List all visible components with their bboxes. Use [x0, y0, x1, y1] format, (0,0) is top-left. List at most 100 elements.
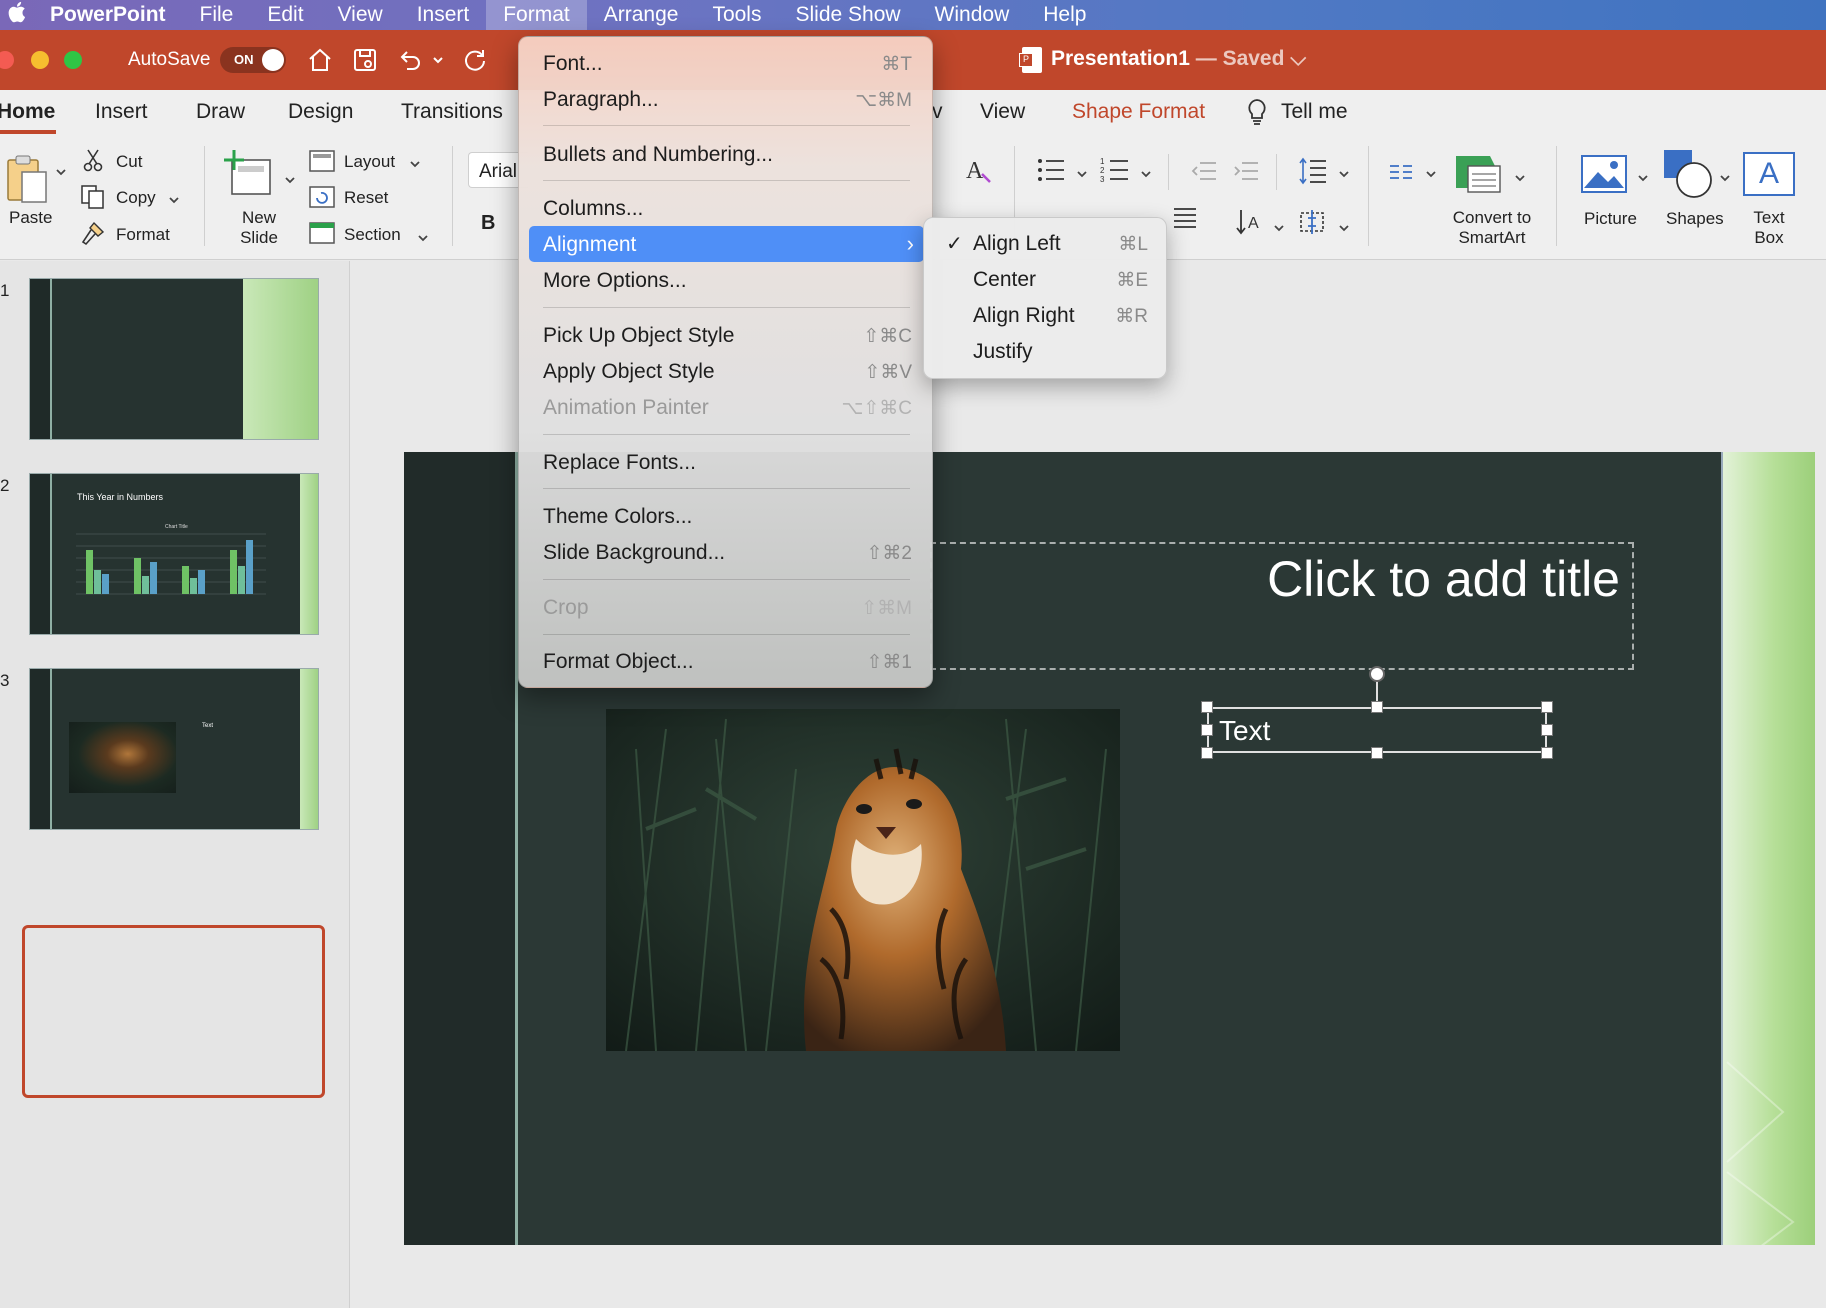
shapes-chevron-icon[interactable] — [1719, 170, 1731, 188]
resize-handle-top-left[interactable] — [1201, 701, 1213, 713]
menu-edit[interactable]: Edit — [250, 0, 320, 30]
home-icon[interactable] — [305, 44, 335, 76]
bold-button[interactable]: B — [481, 212, 495, 235]
tab-shape-format[interactable]: Shape Format — [1072, 100, 1205, 124]
slide-thumbnail-1[interactable] — [29, 278, 319, 440]
align-text-chevron-icon[interactable] — [1338, 220, 1350, 238]
menu-help[interactable]: Help — [1026, 0, 1103, 30]
bullets-chevron-icon[interactable] — [1076, 166, 1088, 184]
picture-chevron-icon[interactable] — [1637, 170, 1649, 188]
section-button[interactable]: Section — [344, 225, 401, 245]
menu-slide-show[interactable]: Slide Show — [778, 0, 917, 30]
justify-icon[interactable] — [1172, 206, 1198, 235]
tiger-image[interactable] — [606, 709, 1120, 1051]
menu-tools[interactable]: Tools — [695, 0, 778, 30]
text-direction-chevron-icon[interactable] — [1273, 220, 1285, 238]
resize-handle-bottom-left[interactable] — [1201, 747, 1213, 759]
title-placeholder[interactable]: Click to add title — [930, 542, 1634, 670]
paste-chevron-icon[interactable] — [55, 164, 67, 182]
text-direction-icon[interactable]: A — [1236, 208, 1264, 241]
shapes-button[interactable]: Shapes — [1666, 209, 1724, 229]
apple-menu-icon[interactable] — [0, 0, 40, 30]
menu-item-format-object[interactable]: Format Object... ⇧⌘1 — [529, 643, 924, 679]
cut-button[interactable]: Cut — [116, 152, 142, 172]
menu-item-alignment[interactable]: Alignment › — [529, 226, 924, 262]
menu-item-pick-up-object-style[interactable]: Pick Up Object Style ⇧⌘C — [529, 317, 924, 353]
menu-window[interactable]: Window — [918, 0, 1027, 30]
tab-transitions[interactable]: Transitions — [401, 100, 503, 124]
tab-view[interactable]: View — [980, 100, 1025, 124]
menu-file[interactable]: File — [183, 0, 251, 30]
resize-handle-top-right[interactable] — [1541, 701, 1553, 713]
save-icon[interactable] — [350, 44, 380, 76]
decrease-indent-icon[interactable] — [1190, 160, 1218, 187]
copy-chevron-icon[interactable] — [168, 192, 180, 210]
menubar-app-name[interactable]: PowerPoint — [40, 0, 183, 30]
smartart-icon[interactable] — [1454, 152, 1506, 201]
convert-to-smartart-button[interactable]: Convert to SmartArt — [1440, 208, 1544, 248]
smartart-chevron-icon[interactable] — [1514, 170, 1526, 188]
undo-dropdown-chevron-icon[interactable] — [430, 44, 446, 76]
autosave-toggle[interactable]: ON — [220, 47, 286, 73]
tab-home[interactable]: Home — [0, 100, 55, 124]
section-chevron-icon[interactable] — [417, 230, 429, 248]
submenu-item-align-right[interactable]: Align Right ⌘R — [932, 298, 1160, 332]
resize-handle-left[interactable] — [1201, 724, 1213, 736]
line-spacing-icon[interactable] — [1298, 156, 1328, 191]
tab-insert[interactable]: Insert — [95, 100, 148, 124]
picture-icon[interactable] — [1580, 154, 1628, 199]
tab-design[interactable]: Design — [288, 100, 353, 124]
copy-button[interactable]: Copy — [116, 188, 156, 208]
text-box-button[interactable]: Text Box — [1740, 208, 1798, 248]
columns-icon[interactable] — [1388, 162, 1414, 187]
new-slide-chevron-icon[interactable] — [284, 172, 296, 190]
submenu-item-align-left[interactable]: ✓ Align Left ⌘L — [932, 226, 1160, 260]
layout-chevron-icon[interactable] — [409, 156, 421, 174]
submenu-item-center[interactable]: Center ⌘E — [932, 262, 1160, 296]
format-painter-button[interactable]: Format — [116, 225, 170, 245]
numbering-icon[interactable]: 123 — [1100, 156, 1130, 189]
new-slide-icon[interactable] — [222, 148, 274, 203]
resize-handle-bottom-right[interactable] — [1541, 747, 1553, 759]
paste-button[interactable]: Paste — [9, 208, 52, 228]
reset-button[interactable]: Reset — [344, 188, 388, 208]
zoom-window-button[interactable] — [64, 51, 82, 69]
tell-me-search[interactable]: Tell me — [1281, 100, 1348, 124]
menu-item-slide-background[interactable]: Slide Background... ⇧⌘2 — [529, 534, 924, 570]
resize-handle-top[interactable] — [1371, 701, 1383, 713]
shapes-icon[interactable] — [1662, 148, 1714, 205]
close-window-button[interactable] — [0, 51, 14, 69]
tab-review-partial[interactable]: v — [932, 100, 943, 124]
menu-item-bullets-and-numbering[interactable]: Bullets and Numbering... — [529, 136, 924, 172]
menu-item-more-options[interactable]: More Options... — [529, 262, 924, 298]
clear-formatting-icon[interactable]: A — [964, 156, 994, 191]
resize-handle-right[interactable] — [1541, 724, 1553, 736]
columns-chevron-icon[interactable] — [1425, 166, 1437, 184]
paste-icon[interactable] — [4, 152, 50, 213]
redo-icon[interactable] — [460, 44, 490, 76]
picture-button[interactable]: Picture — [1584, 209, 1637, 229]
menu-arrange[interactable]: Arrange — [587, 0, 696, 30]
bullets-icon[interactable] — [1036, 156, 1066, 189]
submenu-item-justify[interactable]: Justify — [932, 334, 1160, 368]
line-spacing-chevron-icon[interactable] — [1338, 166, 1350, 184]
slide-thumbnail-2[interactable]: This Year in Numbers Chart Title — [29, 473, 319, 635]
menu-item-replace-fonts[interactable]: Replace Fonts... — [529, 444, 924, 480]
menu-item-paragraph[interactable]: Paragraph... ⌥⌘M — [529, 81, 924, 117]
resize-handle-bottom[interactable] — [1371, 747, 1383, 759]
menu-item-apply-object-style[interactable]: Apply Object Style ⇧⌘V — [529, 353, 924, 389]
document-title[interactable]: Presentation1 — Saved ⌵ — [1051, 47, 1306, 71]
undo-icon[interactable] — [395, 44, 425, 76]
menu-format[interactable]: Format — [486, 0, 587, 30]
increase-indent-icon[interactable] — [1232, 160, 1260, 187]
slide-thumbnail-3[interactable]: Text — [29, 668, 319, 830]
new-slide-button[interactable]: New Slide — [230, 208, 288, 248]
menu-view[interactable]: View — [321, 0, 400, 30]
align-text-icon[interactable] — [1298, 208, 1326, 241]
menu-item-columns[interactable]: Columns... — [529, 190, 924, 226]
rotate-handle[interactable] — [1369, 666, 1385, 682]
numbering-chevron-icon[interactable] — [1140, 166, 1152, 184]
minimize-window-button[interactable] — [31, 51, 49, 69]
menu-item-theme-colors[interactable]: Theme Colors... — [529, 498, 924, 534]
layout-button[interactable]: Layout — [344, 152, 395, 172]
